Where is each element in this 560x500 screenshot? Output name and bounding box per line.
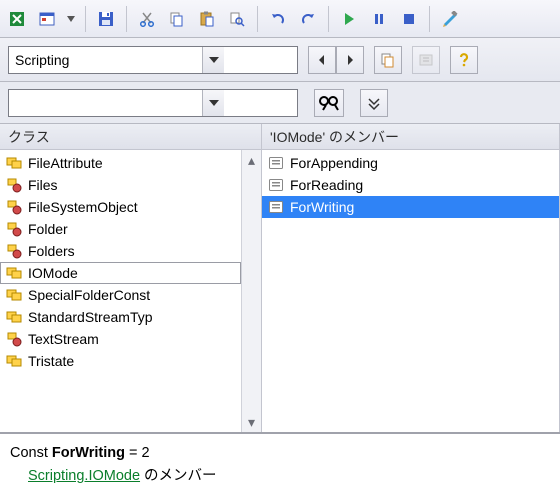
class-item-label: SpecialFolderConst (28, 287, 150, 303)
scroll-up-icon[interactable]: ▴ (242, 150, 261, 170)
detail-tail: のメンバー (140, 468, 217, 484)
class-item[interactable]: FileSystemObject (0, 196, 241, 218)
member-item-label: ForAppending (290, 155, 378, 171)
back-button[interactable] (308, 46, 336, 74)
class-item-label: Tristate (28, 353, 74, 369)
class-item[interactable]: Files (0, 174, 241, 196)
class-item[interactable]: TextStream (0, 328, 241, 350)
class-item-label: StandardStreamTyp (28, 309, 153, 325)
members-list[interactable]: ForAppending ForReading ForWriting (262, 150, 559, 432)
show-results-button[interactable] (360, 89, 388, 117)
class-item[interactable]: StandardStreamTyp (0, 306, 241, 328)
search-combo[interactable] (8, 89, 298, 117)
classes-list[interactable]: FileAttribute Files FileSystemObject Folder… (0, 150, 241, 432)
members-header: 'IOMode' のメンバー (262, 124, 559, 150)
class-item-label: Folder (28, 221, 68, 237)
class-item-label: FileAttribute (28, 155, 103, 171)
class-item-label: Files (28, 177, 58, 193)
class-item-label: FileSystemObject (28, 199, 138, 215)
class-item-label: Folders (28, 243, 75, 259)
paste-icon[interactable] (194, 6, 220, 32)
design-mode-icon[interactable] (437, 6, 463, 32)
chevron-down-icon[interactable] (202, 47, 224, 73)
search-bar (0, 82, 560, 124)
detail-const-value: = 2 (129, 445, 150, 461)
class-item[interactable]: SpecialFolderConst (0, 284, 241, 306)
find-icon[interactable] (224, 6, 250, 32)
copy-to-clipboard-button[interactable] (374, 46, 402, 74)
cut-icon[interactable] (134, 6, 160, 32)
member-item[interactable]: ForAppending (262, 152, 559, 174)
stop-icon[interactable] (396, 6, 422, 32)
forward-button[interactable] (336, 46, 364, 74)
excel-icon[interactable] (4, 6, 30, 32)
detail-pane: Const ForWriting = 2 Scripting.IOMode のメ… (0, 434, 560, 498)
search-input[interactable] (9, 91, 202, 115)
pause-icon[interactable] (366, 6, 392, 32)
copy-icon[interactable] (164, 6, 190, 32)
help-button[interactable] (450, 46, 478, 74)
save-icon[interactable] (93, 6, 119, 32)
class-item-label: IOMode (28, 265, 78, 281)
class-item[interactable]: Folders (0, 240, 241, 262)
member-item[interactable]: ForWriting (262, 196, 559, 218)
class-item-label: TextStream (28, 331, 99, 347)
browser-panels: クラス FileAttribute Files FileSystemObject Fo… (0, 124, 560, 434)
classes-panel: クラス FileAttribute Files FileSystemObject Fo… (0, 124, 262, 432)
main-toolbar (0, 0, 560, 38)
search-button[interactable] (314, 89, 344, 117)
run-icon[interactable] (336, 6, 362, 32)
view-definition-button[interactable] (412, 46, 440, 74)
class-item[interactable]: Tristate (0, 350, 241, 372)
detail-const-name: ForWriting (52, 445, 125, 461)
class-item[interactable]: Folder (0, 218, 241, 240)
classes-header: クラス (0, 124, 261, 150)
library-bar (0, 38, 560, 82)
detail-parent-link[interactable]: Scripting.IOMode (28, 468, 140, 484)
undo-icon[interactable] (265, 6, 291, 32)
class-item[interactable]: FileAttribute (0, 152, 241, 174)
library-input[interactable] (9, 48, 202, 72)
dropdown-mini-icon[interactable] (64, 6, 78, 32)
member-item[interactable]: ForReading (262, 174, 559, 196)
scrollbar[interactable]: ▴ ▾ (241, 150, 261, 432)
members-panel: 'IOMode' のメンバー ForAppendingForReadingFor… (262, 124, 560, 432)
scroll-down-icon[interactable]: ▾ (242, 412, 261, 432)
class-item[interactable]: IOMode (0, 262, 241, 284)
member-item-label: ForReading (290, 177, 363, 193)
detail-const-keyword: Const (10, 445, 48, 461)
form-view-icon[interactable] (34, 6, 60, 32)
redo-icon[interactable] (295, 6, 321, 32)
chevron-down-icon[interactable] (202, 90, 224, 116)
member-item-label: ForWriting (290, 199, 354, 215)
library-combo[interactable] (8, 46, 298, 74)
